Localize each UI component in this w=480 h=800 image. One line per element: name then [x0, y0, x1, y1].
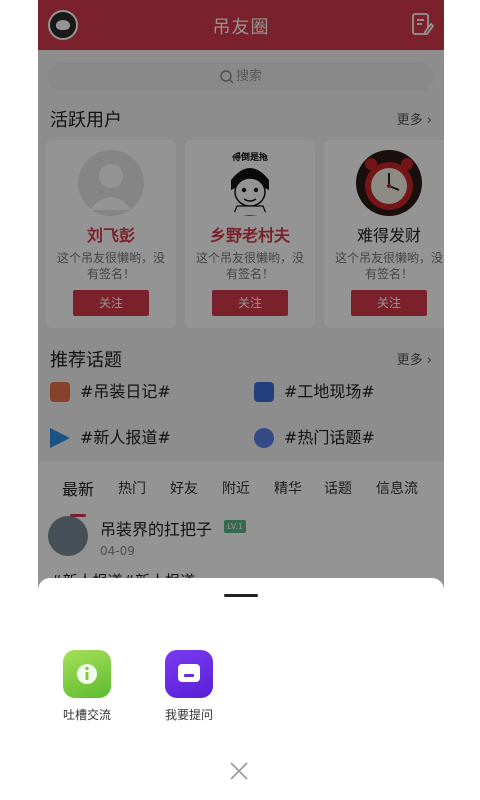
action-label: 吐槽交流: [62, 708, 111, 722]
action-sheet: 吐槽交流 我要提问: [38, 578, 444, 800]
sheet-handle[interactable]: [224, 594, 258, 597]
question-icon: [165, 650, 213, 698]
action-ask[interactable]: 我要提问: [154, 650, 224, 723]
action-chat[interactable]: 吐槽交流: [52, 650, 122, 723]
close-icon[interactable]: [228, 760, 250, 782]
action-label: 我要提问: [164, 708, 213, 722]
chat-bubble-icon: [63, 650, 111, 698]
